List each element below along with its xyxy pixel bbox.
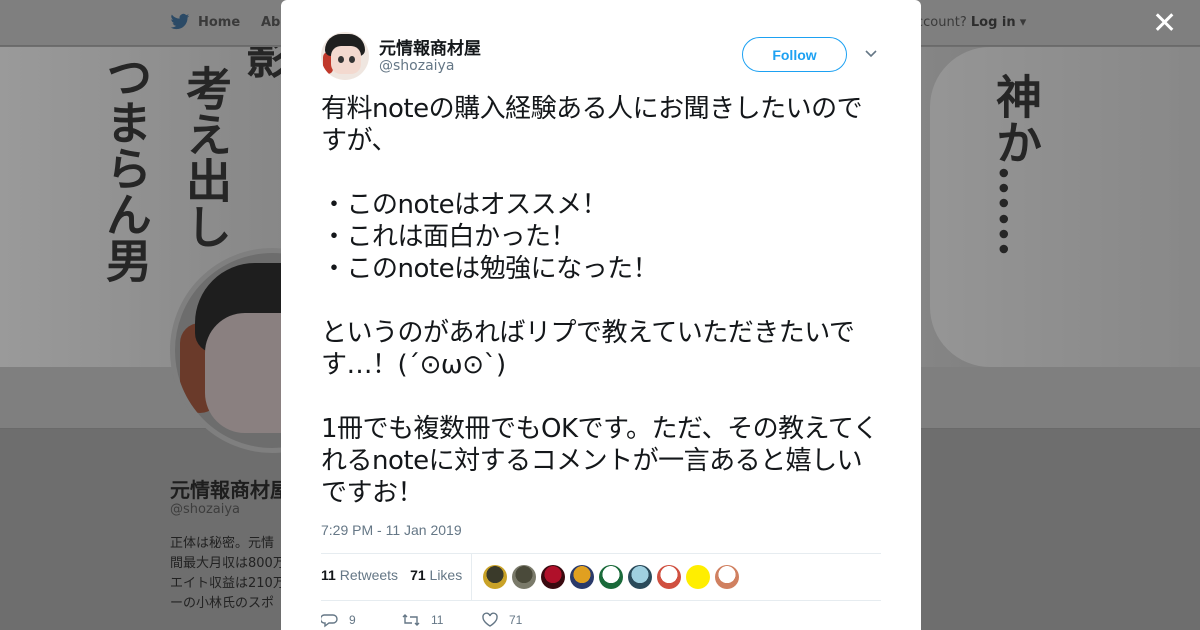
login-link[interactable]: Log in <box>971 15 1016 30</box>
retweets-count: 11 <box>321 567 336 583</box>
tweet-handle[interactable]: @shozaiya <box>379 58 454 74</box>
banner-text-4: 神か…… <box>989 73 1043 257</box>
twitter-bird-icon <box>170 13 190 30</box>
tweet-modal: 元情報商材屋 @shozaiya Follow 有料noteの購入経験ある人にお… <box>281 0 921 630</box>
retweets-stat[interactable]: 11 Retweets <box>321 567 398 583</box>
divider <box>321 553 881 554</box>
caret-down-icon: ▾ <box>1019 15 1027 30</box>
login-prompt: ccount? <box>916 15 967 30</box>
avatar[interactable] <box>321 32 369 80</box>
heart-icon <box>482 612 498 627</box>
reply-button[interactable]: 9 <box>321 612 401 628</box>
liker-avatars <box>483 565 739 589</box>
tweet-stats: 11 Retweets 71 Likes <box>321 567 462 583</box>
retweet-button[interactable]: 11 <box>401 612 481 628</box>
liker-avatar[interactable] <box>483 565 507 589</box>
tweet-display-name[interactable]: 元情報商材屋 <box>379 34 481 59</box>
nav-login[interactable]: ccount? Log in ▾ <box>916 15 1026 30</box>
stats-separator <box>471 553 472 600</box>
close-icon[interactable]: ✕ <box>1152 9 1177 39</box>
banner-text-1: つまらん男 <box>99 53 153 283</box>
profile-name: 元情報商材屋 <box>170 478 290 502</box>
liker-avatar[interactable] <box>599 565 623 589</box>
liker-avatar[interactable] <box>541 565 565 589</box>
liker-avatar[interactable] <box>686 565 710 589</box>
tweet-timestamp[interactable]: 7:29 PM - 11 Jan 2019 <box>321 522 462 538</box>
tweet-text: 有料noteの購入経験ある人にお聞きしたいのですが、 ・このnoteはオススメ！… <box>321 94 879 508</box>
liker-avatar[interactable] <box>570 565 594 589</box>
like-count: 71 <box>509 613 523 627</box>
likes-count: 71 <box>410 567 426 583</box>
retweets-label: Retweets <box>339 567 399 583</box>
likes-stat[interactable]: 71 Likes <box>410 567 462 583</box>
banner-speech-bubble <box>930 47 1200 367</box>
retweet-icon <box>402 614 420 626</box>
nav-home[interactable]: Home <box>170 13 240 31</box>
divider <box>321 600 881 601</box>
retweet-count: 11 <box>431 613 444 627</box>
bio-line: 正体は秘密。元情 <box>170 536 275 551</box>
chevron-down-icon[interactable] <box>864 46 878 60</box>
tweet-actions: 9 11 71 <box>321 612 561 628</box>
profile-handle: @shozaiya <box>170 502 241 517</box>
liker-avatar[interactable] <box>628 565 652 589</box>
like-button[interactable]: 71 <box>481 612 561 628</box>
likes-label: Likes <box>429 567 463 583</box>
banner-text-2: 考え出し <box>179 65 233 249</box>
bio-line: エイト収益は210万 <box>170 576 286 591</box>
liker-avatar[interactable] <box>512 565 536 589</box>
bio-line: 間最大月収は800万 <box>170 556 286 571</box>
liker-avatar[interactable] <box>657 565 681 589</box>
follow-button[interactable]: Follow <box>742 37 847 72</box>
reply-icon <box>321 614 338 628</box>
nav-home-label: Home <box>198 14 241 30</box>
bio-line: ーの小林氏のスポ <box>170 596 275 611</box>
reply-count: 9 <box>349 613 356 627</box>
liker-avatar[interactable] <box>715 565 739 589</box>
profile-bio: 正体は秘密。元情 間最大月収は800万 エイト収益は210万 ーの小林氏のスポ <box>170 534 290 614</box>
